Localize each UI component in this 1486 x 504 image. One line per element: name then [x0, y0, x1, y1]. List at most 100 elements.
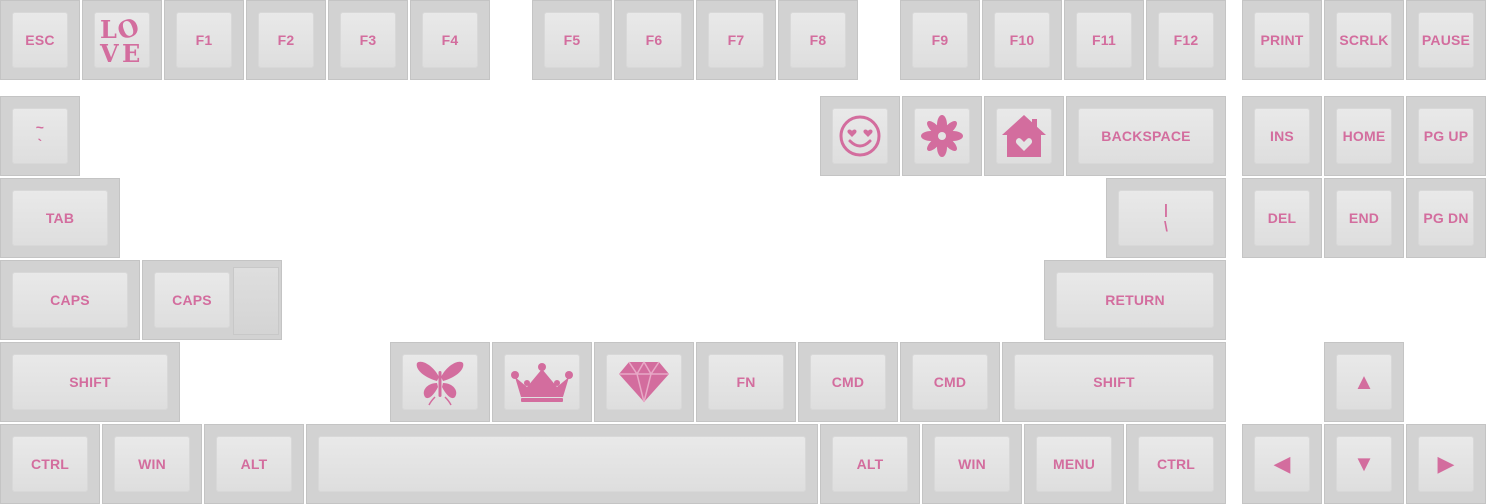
pgdn-label: PG DN — [1423, 209, 1469, 226]
flower-key[interactable] — [902, 96, 982, 176]
f4-key[interactable]: F4 — [410, 0, 490, 80]
alt-left-key[interactable]: ALT — [204, 424, 304, 504]
home-key[interactable]: HOME — [1324, 96, 1404, 176]
backslash-key[interactable]: | \ — [1106, 178, 1226, 258]
butterfly-key[interactable] — [390, 342, 490, 422]
tab-label: TAB — [45, 209, 75, 226]
f11-label: F11 — [1092, 31, 1116, 48]
f7-key[interactable]: F7 — [696, 0, 776, 80]
svg-text:E: E — [122, 39, 140, 66]
cmd1-key[interactable]: CMD — [798, 342, 898, 422]
tilde-label: ~ ` — [35, 119, 45, 152]
tab-key[interactable]: TAB — [0, 178, 120, 258]
arrow-up-key[interactable]: ▲ — [1324, 342, 1404, 422]
fn-key[interactable]: FN — [696, 342, 796, 422]
return-label: RETURN — [1105, 291, 1165, 308]
shift-left-label: SHIFT — [69, 373, 111, 390]
pgup-key[interactable]: PG UP — [1406, 96, 1486, 176]
f8-label: F8 — [809, 31, 827, 48]
cmd2-label: CMD — [933, 373, 967, 390]
home-label: HOME — [1342, 127, 1386, 144]
caps-iso-key[interactable]: CAPS — [142, 260, 282, 340]
del-key[interactable]: DEL — [1242, 178, 1322, 258]
shift-right-key[interactable]: SHIFT — [1002, 342, 1226, 422]
shift-right-label: SHIFT — [1093, 373, 1135, 390]
f11-key[interactable]: F11 — [1064, 0, 1144, 80]
f9-key[interactable]: F9 — [900, 0, 980, 80]
f3-key[interactable]: F3 — [328, 0, 408, 80]
f6-key[interactable]: F6 — [614, 0, 694, 80]
pgdn-key[interactable]: PG DN — [1406, 178, 1486, 258]
f1-key[interactable]: F1 — [164, 0, 244, 80]
love-key[interactable]: L O V E — [82, 0, 162, 80]
f4-label: F4 — [441, 31, 459, 48]
arrow-left-key[interactable]: ◀ — [1242, 424, 1322, 504]
fn-label: FN — [736, 373, 756, 390]
ctrl-left-label: CTRL — [30, 455, 70, 472]
f1-label: F1 — [195, 31, 213, 48]
menu-key[interactable]: MENU — [1024, 424, 1124, 504]
arrow-down-key[interactable]: ▼ — [1324, 424, 1404, 504]
f12-key[interactable]: F12 — [1146, 0, 1226, 80]
print-label: PRINT — [1260, 31, 1304, 48]
alt-right-key[interactable]: ALT — [820, 424, 920, 504]
home-heart-key[interactable] — [984, 96, 1064, 176]
crown-key[interactable] — [492, 342, 592, 422]
arrow-up-icon: ▲ — [1353, 369, 1375, 394]
scrlk-label: SCRLK — [1339, 31, 1389, 48]
shift-left-key[interactable]: SHIFT — [0, 342, 180, 422]
win-left-key[interactable]: WIN — [102, 424, 202, 504]
f5-label: F5 — [563, 31, 581, 48]
lotus-flower-icon — [921, 115, 963, 157]
print-key[interactable]: PRINT — [1242, 0, 1322, 80]
love-sculpture-icon: L O V E — [99, 14, 143, 66]
crown-icon — [511, 363, 573, 402]
arrow-down-icon: ▼ — [1353, 451, 1375, 476]
tilde-key[interactable]: ~ ` — [0, 96, 80, 176]
diamond-key[interactable] — [594, 342, 694, 422]
caps-iso-label: CAPS — [172, 291, 212, 308]
heart-eyes-smiley-icon — [839, 115, 881, 157]
caps-key[interactable]: CAPS — [0, 260, 140, 340]
svg-text:V: V — [99, 39, 119, 66]
smiley-key[interactable] — [820, 96, 900, 176]
pause-key[interactable]: PAUSE — [1406, 0, 1486, 80]
alt-left-label: ALT — [240, 455, 268, 472]
f12-label: F12 — [1173, 31, 1199, 48]
f5-key[interactable]: F5 — [532, 0, 612, 80]
cmd2-key[interactable]: CMD — [900, 342, 1000, 422]
esc-key[interactable]: ESC — [0, 0, 80, 80]
arrow-right-icon: ▶ — [1437, 451, 1455, 476]
f7-label: F7 — [727, 31, 745, 48]
ins-label: INS — [1270, 127, 1294, 144]
f3-label: F3 — [359, 31, 377, 48]
f2-key[interactable]: F2 — [246, 0, 326, 80]
f2-label: F2 — [277, 31, 295, 48]
alt-right-label: ALT — [856, 455, 884, 472]
f10-key[interactable]: F10 — [982, 0, 1062, 80]
arrow-right-key[interactable]: ▶ — [1406, 424, 1486, 504]
scrlk-key[interactable]: SCRLK — [1324, 0, 1404, 80]
f9-label: F9 — [931, 31, 949, 48]
f8-key[interactable]: F8 — [778, 0, 858, 80]
cmd1-label: CMD — [831, 373, 865, 390]
ctrl-right-key[interactable]: CTRL — [1126, 424, 1226, 504]
spacebar-key[interactable] — [306, 424, 818, 504]
caps-stepped-edge — [233, 267, 279, 335]
backspace-label: BACKSPACE — [1101, 127, 1191, 144]
f10-label: F10 — [1009, 31, 1035, 48]
ins-key[interactable]: INS — [1242, 96, 1322, 176]
caps-label: CAPS — [50, 291, 90, 308]
pause-label: PAUSE — [1421, 31, 1471, 48]
win-right-key[interactable]: WIN — [922, 424, 1022, 504]
f6-label: F6 — [645, 31, 663, 48]
return-key[interactable]: RETURN — [1044, 260, 1226, 340]
ctrl-left-key[interactable]: CTRL — [0, 424, 100, 504]
end-label: END — [1348, 209, 1380, 226]
diamond-icon — [619, 361, 669, 403]
home-heart-icon — [1002, 115, 1046, 157]
ctrl-right-label: CTRL — [1156, 455, 1196, 472]
end-key[interactable]: END — [1324, 178, 1404, 258]
win-right-label: WIN — [958, 455, 986, 472]
backspace-key[interactable]: BACKSPACE — [1066, 96, 1226, 176]
